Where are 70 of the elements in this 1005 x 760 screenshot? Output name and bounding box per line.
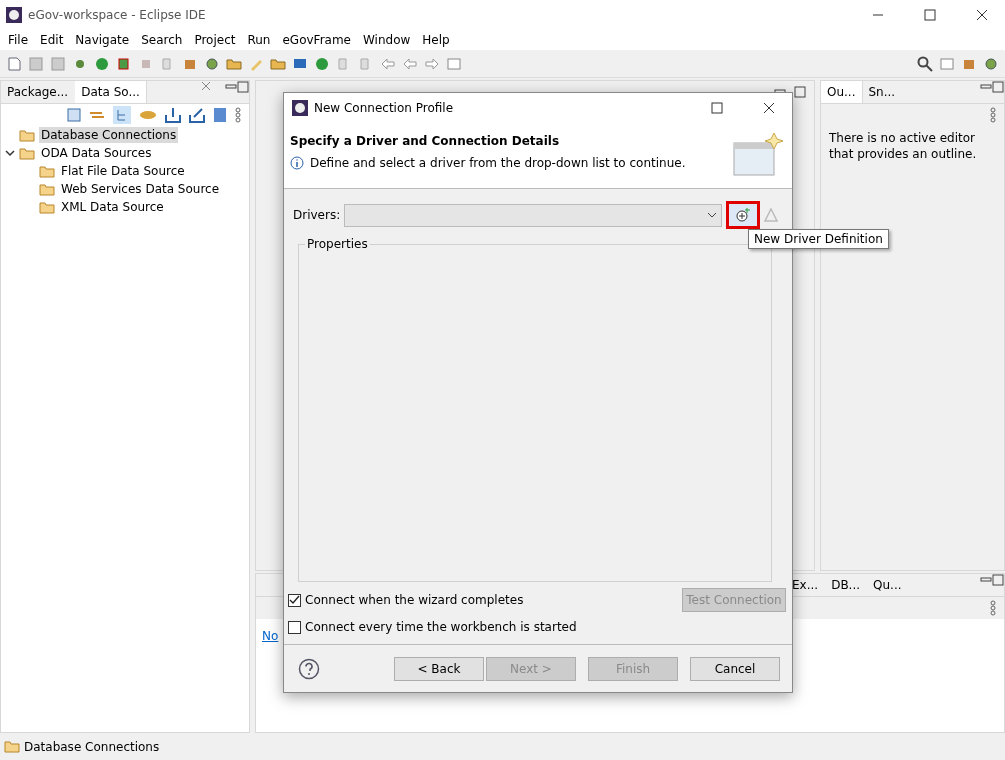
menu-item[interactable]: Run <box>241 33 277 47</box>
view-tab[interactable]: Ou... <box>821 81 863 103</box>
dialog-title: New Connection Profile <box>314 101 454 115</box>
wizard-button[interactable]: < Back <box>394 656 484 681</box>
run-icon[interactable] <box>94 55 110 72</box>
folder-icon <box>39 164 55 178</box>
export-icon[interactable] <box>189 107 205 123</box>
app-logo-icon <box>292 100 308 116</box>
folder-icon <box>4 740 20 753</box>
maximize-icon[interactable] <box>992 574 1004 586</box>
tree-item[interactable]: ODA Data Sources <box>39 145 154 161</box>
menu-item[interactable]: File <box>2 33 35 47</box>
view-tab[interactable]: Package... <box>1 81 76 103</box>
tree-item[interactable]: Web Services Data Source <box>59 181 222 197</box>
menu-item[interactable]: Search <box>135 33 189 47</box>
close-icon[interactable] <box>201 81 211 91</box>
more-icon[interactable] <box>235 107 241 123</box>
view-tab[interactable]: Sn... <box>862 81 903 103</box>
driver-icon <box>736 208 750 222</box>
tree-item[interactable]: Database Connections <box>39 127 179 143</box>
wizard-message: Define and select a driver from the drop-down list to continue. <box>310 156 686 170</box>
tree-item[interactable]: Flat File Data Source <box>59 163 187 179</box>
folder-icon <box>19 146 35 160</box>
menu-item[interactable]: eGovFrame <box>276 33 357 47</box>
maximize-icon[interactable] <box>794 86 806 98</box>
folder-icon <box>39 200 55 214</box>
folder-icon <box>39 182 55 196</box>
drivers-label: Drivers: <box>293 208 341 222</box>
caret-icon <box>707 212 717 218</box>
maximize-icon[interactable] <box>992 81 1004 93</box>
warning-icon[interactable] <box>764 208 778 222</box>
info-icon <box>290 156 304 170</box>
view-tab[interactable]: Qu... <box>867 574 909 596</box>
chevron-icon[interactable] <box>5 148 15 158</box>
app-logo-icon <box>6 7 22 23</box>
more-icon[interactable] <box>990 600 996 616</box>
folder-icon <box>19 128 35 142</box>
tree-item[interactable]: XML Data Source <box>59 199 166 215</box>
menu-item[interactable]: Window <box>357 33 417 47</box>
more-icon[interactable] <box>990 107 996 123</box>
checkbox[interactable] <box>288 620 301 634</box>
menu-item[interactable]: Project <box>188 33 242 47</box>
menu-item[interactable]: Navigate <box>69 33 136 47</box>
window-icon[interactable] <box>446 55 462 72</box>
new-file-icon[interactable] <box>6 55 22 72</box>
window-title: eGov-workspace - Eclipse IDE <box>28 8 207 22</box>
save-icon[interactable] <box>28 55 44 72</box>
checkbox[interactable] <box>288 593 301 607</box>
menu-item[interactable]: Help <box>416 33 456 47</box>
save-icon[interactable] <box>50 55 66 72</box>
collapse-icon[interactable] <box>67 108 81 122</box>
outline-message: There is no active editor that provides an outline. <box>829 130 978 162</box>
status-text: Database Connections <box>24 739 160 754</box>
view-tab[interactable]: Data So... <box>75 81 147 103</box>
import-icon[interactable] <box>165 107 181 123</box>
help-icon[interactable] <box>298 657 320 680</box>
new-driver-button[interactable] <box>726 201 760 229</box>
view-tab[interactable]: DB... <box>825 574 868 596</box>
maximize-icon[interactable] <box>237 81 249 93</box>
wizard-button[interactable]: Cancel <box>690 656 780 681</box>
search-icon[interactable] <box>917 55 933 72</box>
tree-view-icon[interactable] <box>113 106 131 124</box>
window-icon[interactable] <box>939 55 955 72</box>
group-label: Properties <box>306 237 369 251</box>
menu-item[interactable]: Edit <box>34 33 70 47</box>
tooltip: New Driver Definition <box>748 229 889 249</box>
power-icon[interactable] <box>314 55 330 72</box>
checkbox-label: Connect when the wizard completes <box>305 593 525 607</box>
checkbox-label: Connect every time the workbench is started <box>305 620 577 634</box>
wizard-heading: Specify a Driver and Connection Details <box>290 134 561 148</box>
